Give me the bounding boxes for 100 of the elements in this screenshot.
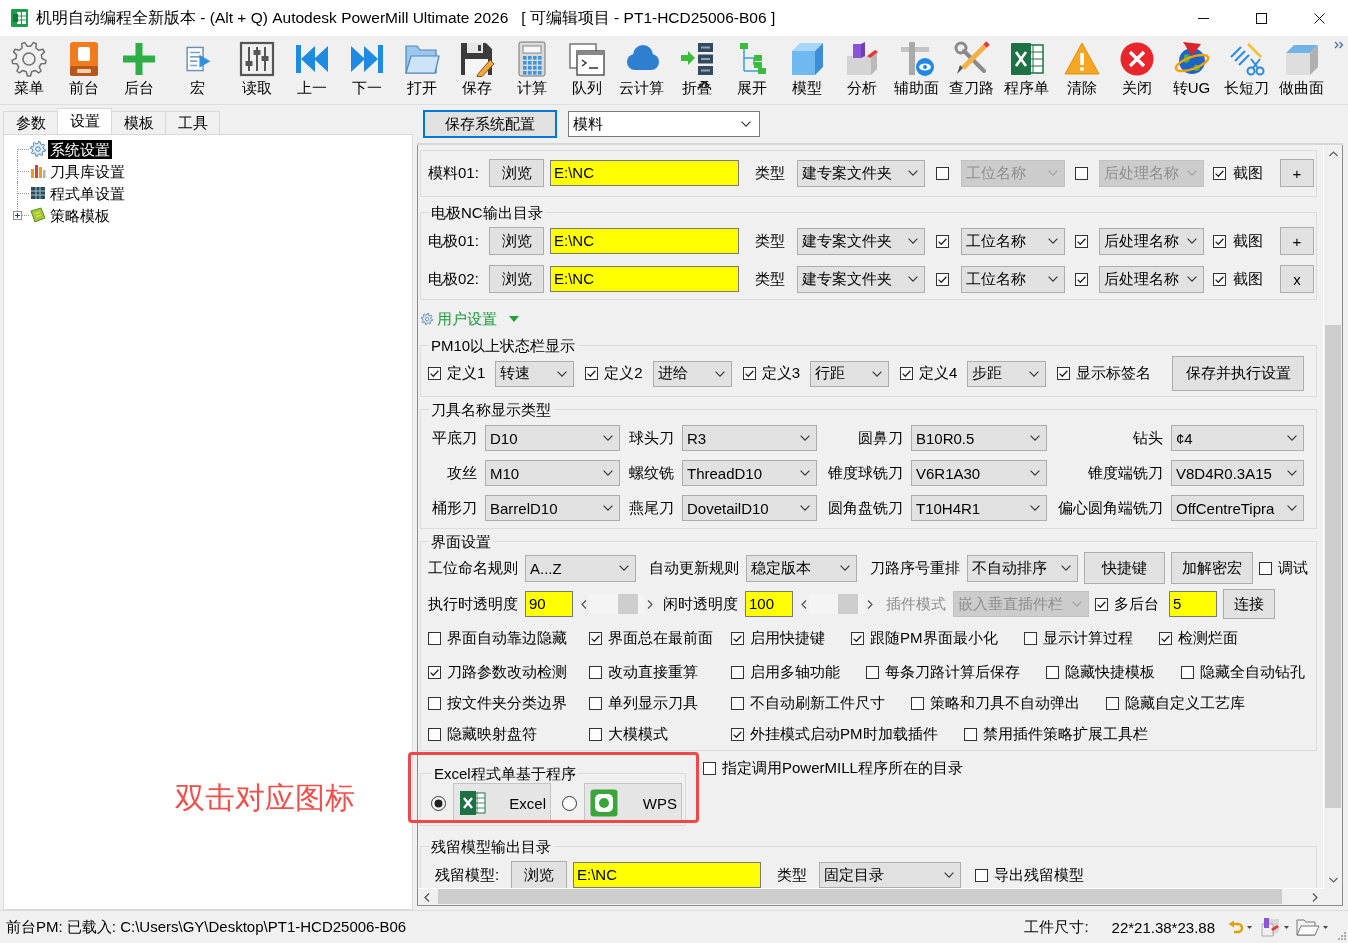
checkbox[interactable] <box>428 697 441 710</box>
tree-item[interactable]: 策略模板 <box>48 205 112 225</box>
checkbox[interactable] <box>731 697 744 710</box>
checkbox[interactable] <box>428 632 441 645</box>
dropdown[interactable]: 步距 <box>967 360 1047 387</box>
checkbox[interactable] <box>851 632 864 645</box>
toolbar-button[interactable]: 做曲面 <box>1274 36 1329 102</box>
checkbox[interactable] <box>589 728 602 741</box>
dropdown[interactable]: V8D4R0.3A15 <box>1171 460 1304 486</box>
chevron-right-icon[interactable] <box>647 599 653 609</box>
toolbar-button[interactable]: 清除 <box>1054 36 1109 102</box>
browse-button[interactable]: 浏览 <box>489 227 544 255</box>
toolbar-button[interactable]: 上一 <box>284 36 339 102</box>
dropdown[interactable]: 固定目录 <box>819 862 961 888</box>
toolbar-button[interactable]: 队列 <box>559 36 614 102</box>
toolbar-button[interactable]: 保存 <box>449 36 504 102</box>
checkbox[interactable] <box>731 666 744 679</box>
checkbox[interactable] <box>1106 697 1119 710</box>
dropdown[interactable]: 进给 <box>652 360 732 387</box>
overflow-chevron-icon[interactable] <box>1334 41 1344 49</box>
toolbar-button[interactable]: 查刀路 <box>944 36 999 102</box>
triangle-icon[interactable] <box>509 314 519 324</box>
row-action-button[interactable]: + <box>1280 227 1314 255</box>
dropdown[interactable]: A...Z <box>525 554 636 582</box>
checkbox[interactable] <box>428 367 441 380</box>
toolbar-button[interactable]: 打开 <box>394 36 449 102</box>
dropdown[interactable]: 工位名称 <box>961 265 1065 293</box>
toolbar-button[interactable]: 折叠 <box>669 36 724 102</box>
checkbox[interactable] <box>911 697 924 710</box>
dropdown[interactable]: 工位名称 <box>961 227 1065 255</box>
slider-track[interactable] <box>809 594 865 614</box>
dropdown[interactable]: DovetailD10 <box>682 495 817 521</box>
toolbar-button[interactable]: 辅助面 <box>889 36 944 102</box>
dropdown[interactable]: 建专案文件夹 <box>797 227 925 255</box>
dropdown[interactable]: D10 <box>485 425 620 451</box>
scrollbar-thumb[interactable] <box>1325 325 1341 808</box>
checkbox[interactable] <box>1023 632 1037 645</box>
toolbar-button[interactable]: 计算 <box>504 36 559 102</box>
input-field[interactable]: 100 <box>745 591 793 617</box>
action-button[interactable]: 连接 <box>1223 589 1275 619</box>
dropdown[interactable]: BarrelD10 <box>485 495 620 521</box>
toolbar-button[interactable]: 关闭 <box>1109 36 1164 102</box>
tree-item[interactable]: 系统设置 <box>48 139 112 159</box>
checkbox[interactable] <box>1057 367 1071 380</box>
tree-item[interactable]: 刀具库设置 <box>48 161 127 181</box>
checkbox[interactable] <box>1259 561 1272 575</box>
expand-icon[interactable] <box>13 211 22 220</box>
dropdown[interactable]: 不自动排序 <box>967 554 1078 582</box>
tab[interactable]: 设置 <box>57 108 112 134</box>
path-field[interactable]: E:\NC <box>550 228 739 254</box>
checkbox[interactable] <box>963 728 977 741</box>
profile-dropdown[interactable]: 模料 <box>568 111 760 137</box>
toolbar-button[interactable]: 后台 <box>111 36 166 102</box>
toolbar-button[interactable]: 转UG <box>1164 36 1219 102</box>
checkbox[interactable] <box>731 632 744 645</box>
dropdown[interactable]: B10R0.5 <box>911 425 1047 451</box>
scrollbar-thumb[interactable] <box>438 889 1282 904</box>
radio-button[interactable] <box>562 795 577 811</box>
checkbox[interactable] <box>1095 597 1108 611</box>
toolbar-button[interactable]: 模型 <box>779 36 834 102</box>
model-dropdown[interactable] <box>1259 916 1289 938</box>
toolbar-button[interactable]: 读取 <box>229 36 284 102</box>
toolbar-button[interactable]: 宏 <box>170 36 225 102</box>
checkbox[interactable] <box>428 666 441 679</box>
dropdown[interactable]: 建专案文件夹 <box>797 265 925 293</box>
tab[interactable]: 参数 <box>3 111 58 134</box>
toolbar-button[interactable]: 云计算 <box>614 36 669 102</box>
checkbox[interactable] <box>936 234 949 248</box>
row-action-button[interactable]: x <box>1280 265 1314 293</box>
input-field[interactable]: 5 <box>1169 591 1217 617</box>
dropdown[interactable]: ThreadD10 <box>682 460 817 486</box>
checkbox[interactable] <box>589 632 602 645</box>
folder-dropdown[interactable] <box>1296 917 1328 937</box>
toolbar-button[interactable]: 展开 <box>724 36 779 102</box>
checkbox[interactable] <box>589 697 602 710</box>
scroll-right-icon[interactable] <box>1311 892 1318 902</box>
dropdown[interactable]: 转速 <box>495 360 575 387</box>
toolbar-button[interactable]: 长短刀 <box>1219 36 1274 102</box>
dropdown[interactable]: 建专案文件夹 <box>797 159 925 187</box>
dropdown[interactable]: M10 <box>485 460 620 486</box>
checkbox[interactable] <box>1213 166 1226 180</box>
toolbar-button[interactable]: 下一 <box>339 36 394 102</box>
dropdown[interactable]: 行距 <box>810 360 890 387</box>
radio-button[interactable] <box>431 795 446 811</box>
apply-settings-button[interactable]: 保存并执行设置 <box>1172 356 1305 391</box>
resize-grip-icon[interactable] <box>1337 931 1346 940</box>
checkbox[interactable] <box>1181 666 1194 679</box>
checkbox[interactable] <box>585 367 599 380</box>
checkbox[interactable] <box>742 367 756 380</box>
browse-button[interactable]: 浏览 <box>489 265 544 293</box>
checkbox[interactable] <box>731 728 744 741</box>
program-button[interactable]: WPS <box>584 783 682 823</box>
scroll-down-icon[interactable] <box>1328 876 1338 883</box>
checkbox[interactable] <box>900 367 914 380</box>
checkbox[interactable] <box>1075 272 1088 286</box>
toolbar-button[interactable]: 前台 <box>56 36 111 102</box>
dropdown[interactable]: 后处理名称 <box>1099 227 1204 255</box>
toolbar-button[interactable]: 菜单 <box>1 36 56 102</box>
toolbar-button[interactable]: 分析 <box>834 36 889 102</box>
checkbox[interactable] <box>1046 666 1059 679</box>
